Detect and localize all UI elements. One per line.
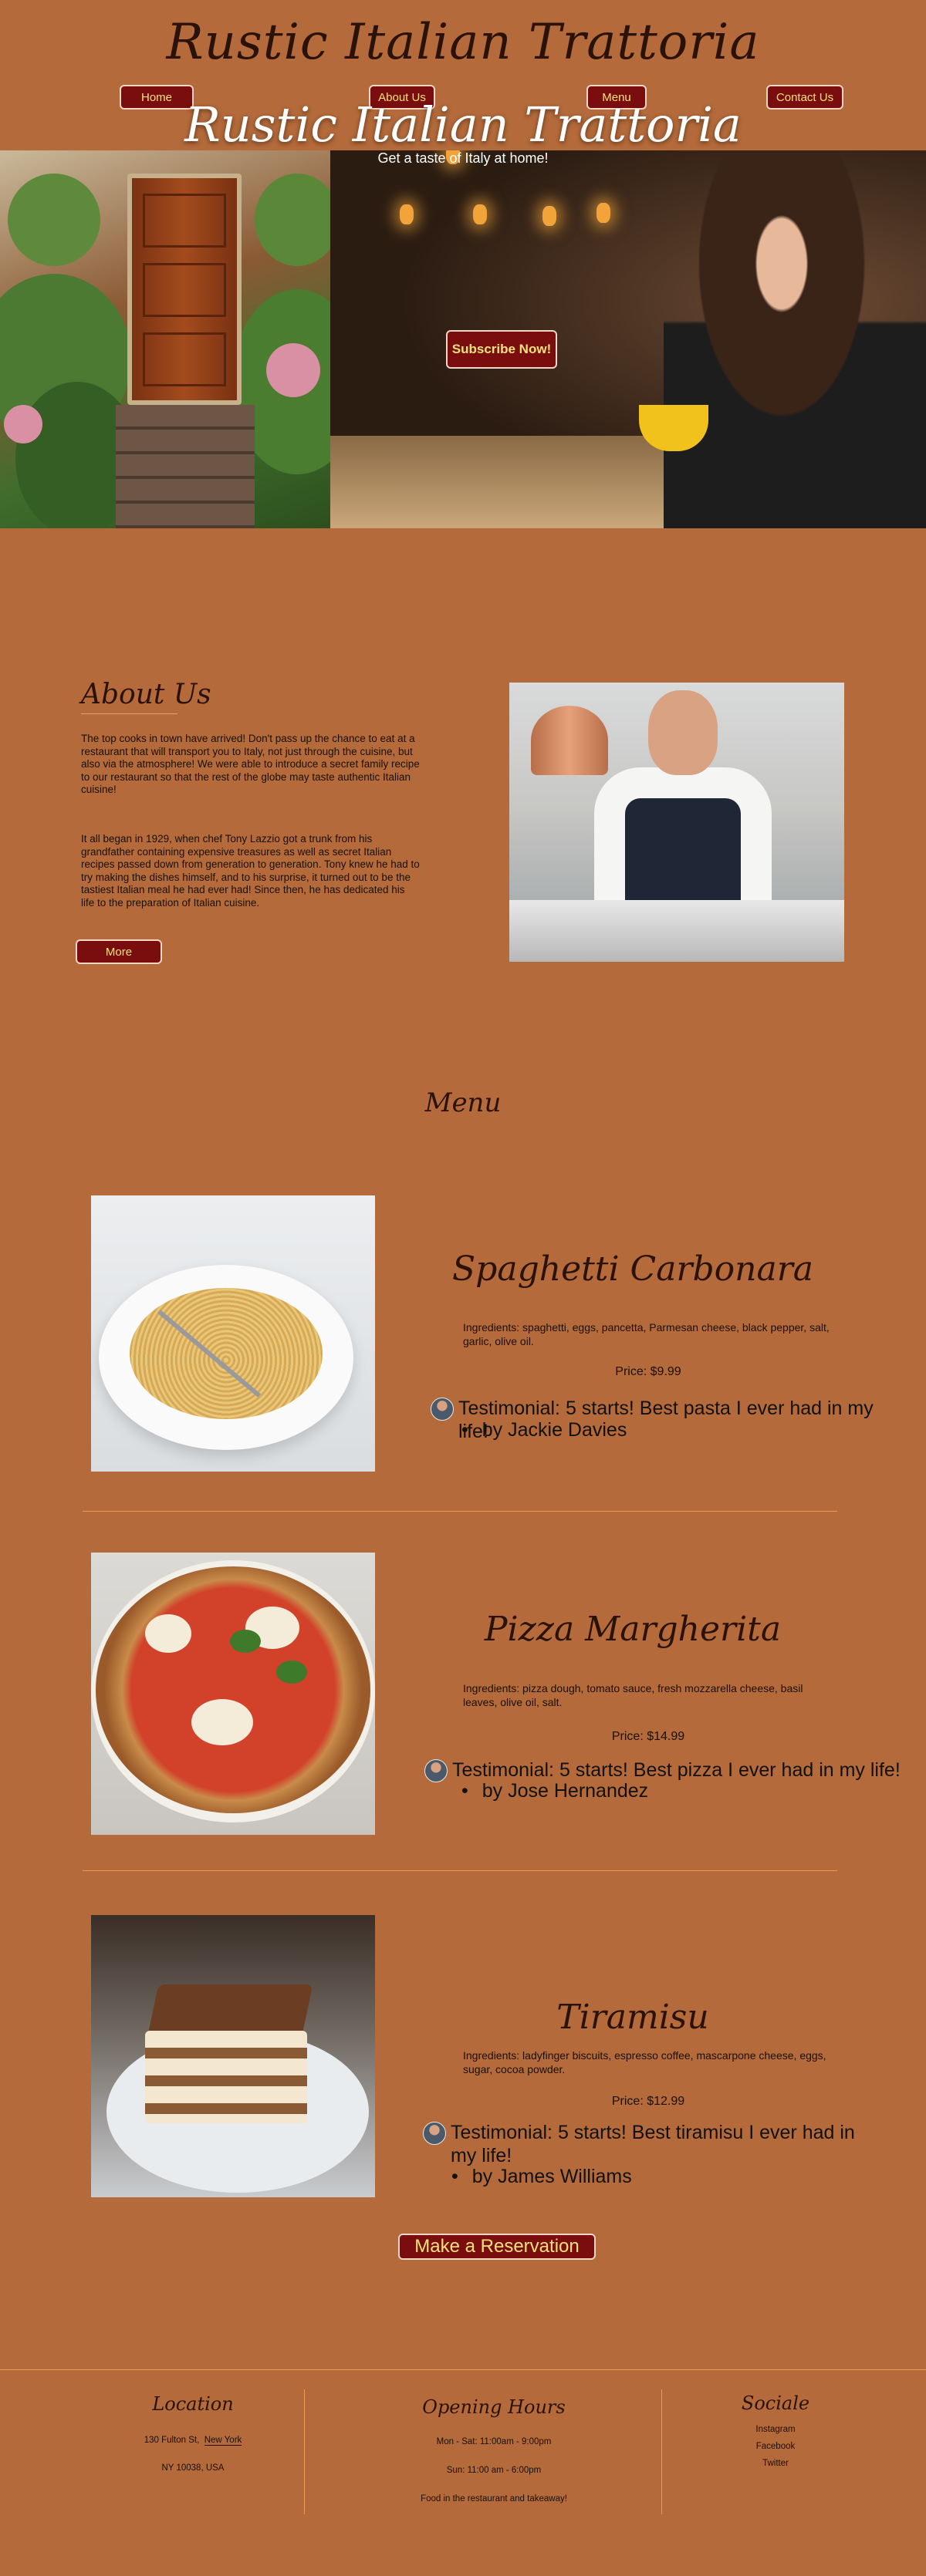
reviewer-avatar xyxy=(431,1398,454,1421)
dish-ingredients: Ingredients: pizza dough, tomato sauce, … xyxy=(463,1682,803,1708)
dish-price: Price: $12.99 xyxy=(611,2095,685,2108)
dish-ingredients: Ingredients: spaghetti, eggs, pancetta, … xyxy=(463,1321,830,1347)
dish-ingredients: Ingredients: ladyfinger biscuits, espres… xyxy=(463,2049,826,2075)
subscribe-button[interactable]: Subscribe Now! xyxy=(446,330,557,369)
spaghetti-image xyxy=(91,1195,375,1472)
testimonial-text: Testimonial: 5 starts! Best tiramisu I e… xyxy=(451,2122,855,2166)
dish-name: Pizza Margherita xyxy=(484,1610,782,1649)
pizza-image xyxy=(91,1553,375,1835)
reviewer-avatar xyxy=(423,2122,446,2145)
footer-column-separator xyxy=(304,2389,305,2514)
chef-photo xyxy=(509,683,844,962)
hero-title: Rustic Italian Trattoria xyxy=(184,96,742,153)
dish-price: Price: $14.99 xyxy=(611,1730,685,1743)
restaurant-diner-image xyxy=(330,150,926,528)
dish-name: Tiramisu xyxy=(556,1998,709,2037)
address-line-2: NY 10038, USA xyxy=(161,2463,225,2473)
about-title: About Us xyxy=(81,679,211,714)
dish-name: Spaghetti Carbonara xyxy=(452,1249,813,1289)
hours-weekday: Mon - Sat: 11:00am - 9:00pm xyxy=(436,2437,552,2446)
address-city: New York xyxy=(204,2436,242,2446)
testimonial-author: by James Williams xyxy=(451,2166,632,2188)
location-title: Location xyxy=(152,2393,234,2415)
testimonial: Testimonial: 5 starts! Best pizza I ever… xyxy=(424,1758,903,1782)
tiramisu-image xyxy=(91,1915,375,2197)
socials-title: Sociale xyxy=(741,2392,810,2414)
testimonial-text: Testimonial: 5 starts! Best pizza I ever… xyxy=(452,1759,901,1781)
dish-price: Price: $9.99 xyxy=(615,1365,681,1378)
testimonial-author: by Jackie Davies xyxy=(461,1419,627,1441)
menu-section-title: Menu xyxy=(424,1087,502,1118)
site-brand-title: Rustic Italian Trattoria xyxy=(166,14,760,71)
instagram-link[interactable]: Instagram xyxy=(706,2425,845,2434)
testimonial: Testimonial: 5 starts! Best tiramisu I e… xyxy=(423,2121,878,2167)
menu-divider xyxy=(83,1870,837,1871)
address-line-1: 130 Fulton St, New York xyxy=(116,2436,270,2446)
facebook-link[interactable]: Facebook xyxy=(706,2442,845,2451)
menu-divider xyxy=(83,1511,837,1512)
address-street: 130 Fulton St, xyxy=(144,2436,200,2445)
opening-hours-title: Opening Hours xyxy=(422,2396,566,2418)
about-paragraph-2: It all began in 1929, when chef Tony Laz… xyxy=(81,833,420,909)
footer-column-separator xyxy=(661,2389,662,2514)
hours-sunday: Sun: 11:00 am - 6:00pm xyxy=(446,2466,542,2475)
service-note: Food in the restaurant and takeaway! xyxy=(421,2494,567,2504)
rustic-door-image xyxy=(0,150,363,528)
about-paragraph-1: The top cooks in town have arrived! Don'… xyxy=(81,733,420,795)
more-button[interactable]: More xyxy=(76,939,162,964)
twitter-link[interactable]: Twitter xyxy=(706,2459,845,2468)
door-shape xyxy=(127,174,242,405)
testimonial-author: by Jose Hernandez xyxy=(461,1780,648,1802)
hero-subtitle: Get a taste of Italy at home! xyxy=(377,150,549,166)
footer-divider xyxy=(0,2369,926,2370)
make-reservation-button[interactable]: Make a Reservation xyxy=(398,2234,596,2260)
reviewer-avatar xyxy=(424,1759,448,1782)
